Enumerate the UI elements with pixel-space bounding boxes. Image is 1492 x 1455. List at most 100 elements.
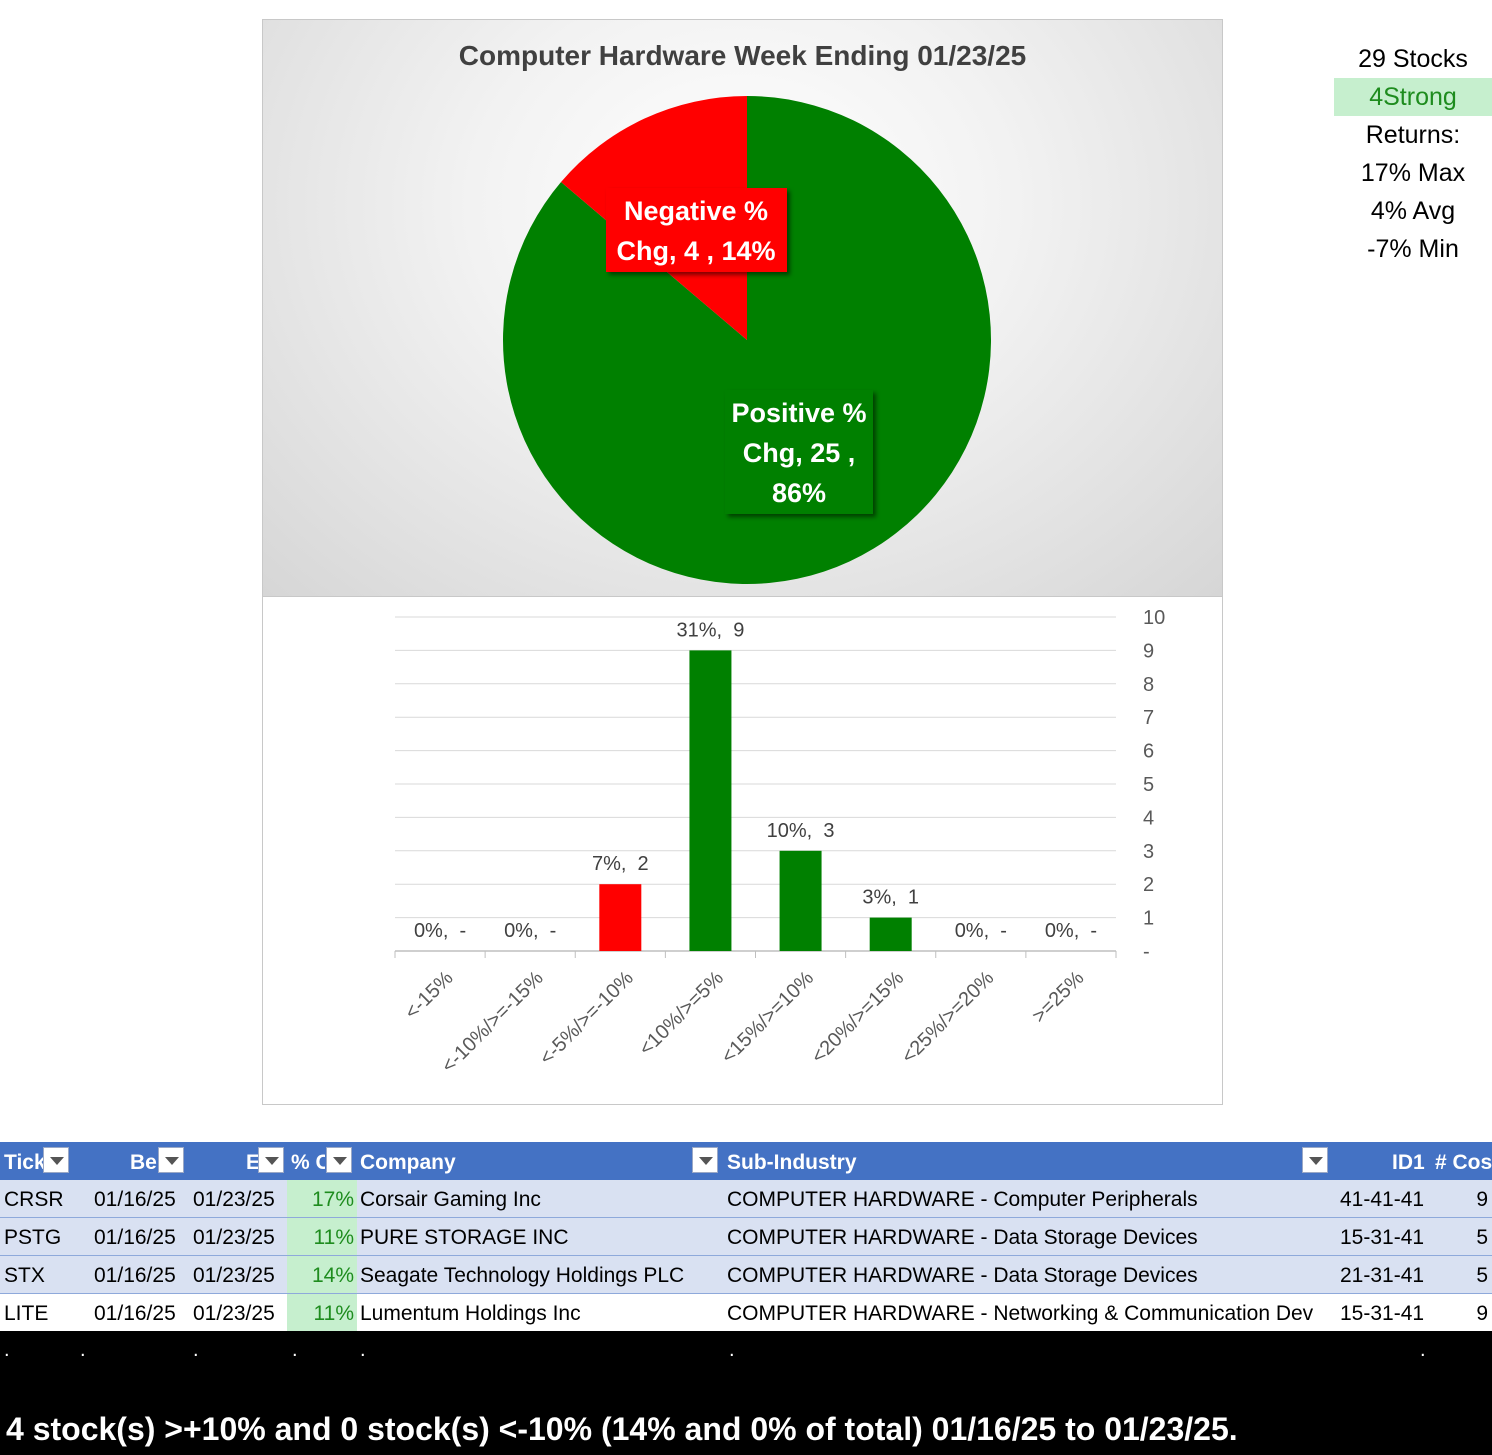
x-tick-label: >=25% [1028, 967, 1089, 1028]
return-min: -7% Min [1367, 235, 1459, 263]
cell-ticker: STX [4, 1264, 45, 1287]
x-tick-label: <25%/>=20% [897, 967, 998, 1068]
bar-data-label: 0%, - [504, 920, 556, 942]
cell-num-cos: 5 [1476, 1226, 1488, 1249]
x-tick-label: <-15% [401, 967, 458, 1024]
cell-id1: 21-31-41 [1340, 1264, 1425, 1287]
y-tick-label: 8 [1143, 674, 1154, 696]
footer-dot: . [4, 1339, 10, 1361]
cell-company: Corsair Gaming Inc [360, 1188, 541, 1211]
cell-ticker: CRSR [4, 1188, 64, 1211]
x-tick-label: <10%/>=5% [635, 967, 728, 1060]
return-avg: 4% Avg [1370, 197, 1456, 225]
y-tick-label: 6 [1143, 741, 1154, 763]
cell-subindustry: COMPUTER HARDWARE - Data Storage Devices [727, 1226, 1198, 1249]
stocks-table: Tick Be E % C Company Sub-Industry ID1 #… [0, 1142, 1492, 1332]
end-filter-button[interactable] [258, 1147, 284, 1173]
returns-label: Returns: [1365, 121, 1461, 149]
pie-label-positive: Positive % Chg, 25 , 86% [725, 390, 873, 514]
header-company: Company [360, 1151, 456, 1174]
x-tick-label: <20%/>=15% [807, 967, 908, 1068]
cell-subindustry: COMPUTER HARDWARE - Networking & Communi… [727, 1302, 1314, 1325]
cell-num-cos: 9 [1476, 1302, 1488, 1325]
cell-ticker: PSTG [4, 1226, 62, 1249]
cell-begin-date: 01/16/25 [94, 1302, 176, 1325]
bar-data-label: 7%, 2 [592, 853, 649, 875]
company-filter-button[interactable] [692, 1147, 718, 1173]
pie-label-negative-line: Chg, 4 , 14% [616, 236, 775, 266]
bar [779, 850, 822, 951]
pct-change-filter-button[interactable] [326, 1147, 352, 1173]
ticker-filter-button[interactable] [43, 1147, 69, 1173]
cell-pct-change: 11% [287, 1294, 357, 1331]
bar [599, 884, 642, 951]
pie-label-positive-line: 86% [772, 478, 826, 508]
cell-begin-date: 01/16/25 [94, 1226, 176, 1249]
pie-label-negative: Negative % Chg, 4 , 14% [606, 188, 787, 272]
header-begin: Be [130, 1151, 157, 1174]
begin-filter-button[interactable] [158, 1147, 184, 1173]
cell-company: Seagate Technology Holdings PLC [360, 1264, 685, 1287]
y-tick-label: 10 [1143, 607, 1165, 629]
footer-dot: . [80, 1339, 86, 1361]
bar-chart: 0%, - 0%, - 7%, 2 31%, 9 10%, 3 3%, 1 0%, - 0%,… [394, 607, 1165, 1077]
header-end: E [246, 1151, 258, 1174]
table-row[interactable]: STX 01/16/25 01/23/25 14% Seagate Technology… [0, 1256, 1492, 1294]
y-tick-label: 1 [1143, 908, 1154, 930]
cell-end-date: 01/23/25 [193, 1188, 275, 1211]
subindustry-filter-button[interactable] [1302, 1147, 1328, 1173]
pie-label-positive-line: Positive % [731, 398, 866, 428]
header-ticker: Tick [4, 1151, 44, 1174]
cell-num-cos: 9 [1476, 1188, 1488, 1211]
bar-data-label: 0%, - [1045, 920, 1097, 942]
bar-data-label: 31%, 9 [677, 619, 745, 641]
bar [689, 650, 732, 951]
cell-company: Lumentum Holdings Inc [360, 1302, 581, 1325]
y-tick-label: 3 [1143, 841, 1154, 863]
footer-dot: . [292, 1339, 298, 1361]
cell-begin-date: 01/16/25 [94, 1188, 176, 1211]
pie-label-positive-line: Chg, 25 , [743, 438, 856, 468]
pie-chart: Negative % Chg, 4 , 14% Positive % Chg, 25 … [503, 96, 991, 584]
table-body: CRSR 01/16/25 01/23/25 17% Corsair Gaming In… [0, 1180, 1492, 1332]
y-tick-label: - [1143, 941, 1150, 963]
return-max: 17% Max [1360, 159, 1466, 187]
cell-pct-change: 17% [287, 1180, 357, 1217]
header-num-cos: # Cos [1435, 1151, 1492, 1174]
cell-pct-change: 11% [287, 1218, 357, 1255]
cell-company: PURE STORAGE INC [360, 1226, 569, 1249]
cell-subindustry: COMPUTER HARDWARE - Computer Peripherals [727, 1188, 1198, 1211]
table-row[interactable]: PSTG 01/16/25 01/23/25 11% PURE STORAGE INC C… [0, 1218, 1492, 1256]
header-id1: ID1 [1392, 1151, 1425, 1174]
y-tick-label: 2 [1143, 874, 1154, 896]
x-tick-label: <15%/>=10% [717, 967, 818, 1068]
bar-chart-panel: 0%, - 0%, - 7%, 2 31%, 9 10%, 3 3%, 1 0%, - 0%,… [262, 597, 1223, 1105]
header-pct-change: % C [291, 1151, 325, 1174]
cell-subindustry: COMPUTER HARDWARE - Data Storage Devices [727, 1264, 1198, 1287]
header-subindustry: Sub-Industry [727, 1151, 857, 1174]
y-tick-label: 4 [1143, 807, 1154, 829]
bar-data-label: 0%, - [414, 920, 466, 942]
table-row[interactable]: LITE 01/16/25 01/23/25 11% Lumentum Holdings… [0, 1294, 1492, 1332]
cell-num-cos: 5 [1476, 1264, 1488, 1287]
bar [869, 917, 912, 951]
footer-dot: . [729, 1339, 735, 1361]
table-header: Tick Be E % C Company Sub-Industry ID1 #… [0, 1142, 1492, 1180]
bar-data-label: 10%, 3 [767, 820, 835, 842]
footer-banner: . . . . . . . 4 stock(s) >+10% and 0 sto… [0, 1331, 1492, 1455]
bar-data-label: 3%, 1 [862, 887, 919, 909]
footer-dot: . [1420, 1339, 1426, 1361]
cell-begin-date: 01/16/25 [94, 1264, 176, 1287]
bar-data-label: 0%, - [955, 920, 1007, 942]
table-row[interactable]: CRSR 01/16/25 01/23/25 17% Corsair Gaming In… [0, 1180, 1492, 1218]
cell-id1: 41-41-41 [1340, 1188, 1425, 1211]
cell-end-date: 01/23/25 [193, 1302, 275, 1325]
cell-end-date: 01/23/25 [193, 1264, 275, 1287]
footer-summary-text: 4 stock(s) >+10% and 0 stock(s) <-10% (1… [6, 1411, 1238, 1447]
pie-chart-panel: Computer Hardware Week Ending 01/23/25 N… [262, 19, 1223, 597]
y-tick-label: 5 [1143, 774, 1154, 796]
cell-id1: 15-31-41 [1340, 1226, 1425, 1249]
footer-dot: . [360, 1339, 366, 1361]
y-tick-label: 9 [1143, 640, 1154, 662]
strong-count: 4Strong [1334, 78, 1492, 116]
